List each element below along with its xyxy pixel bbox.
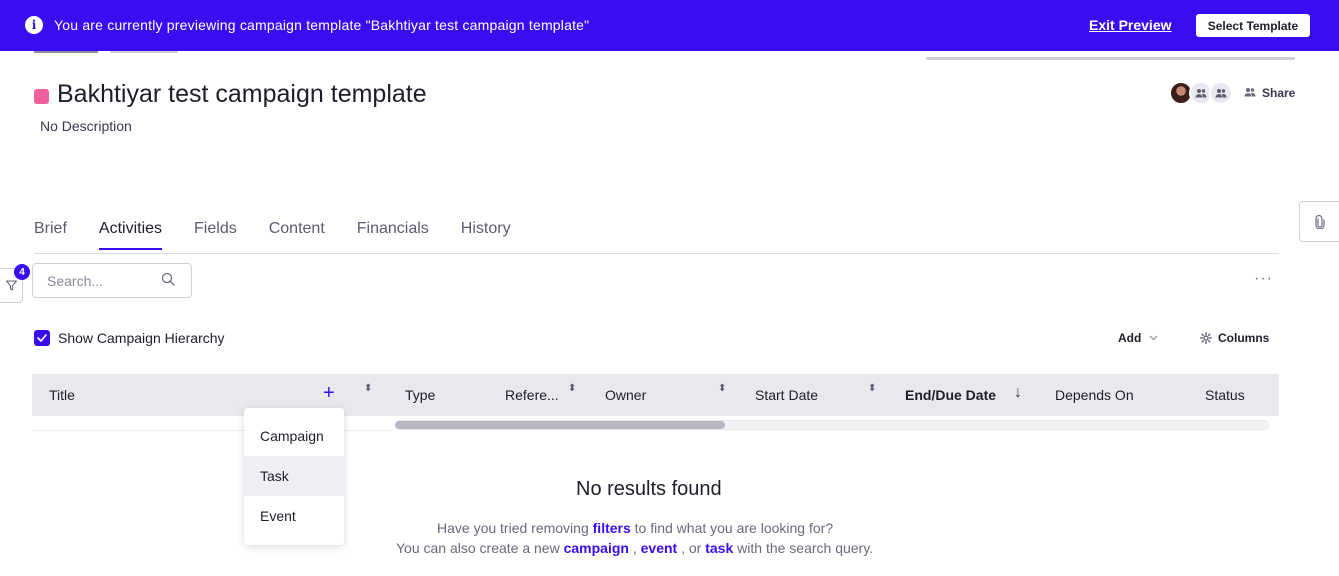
select-template-button[interactable]: Select Template — [1196, 14, 1310, 37]
empty-state-hint-create: You can also create a new campaign , eve… — [396, 540, 873, 556]
add-row-plus-icon[interactable]: + — [323, 382, 335, 405]
share-button[interactable]: Share — [1244, 86, 1295, 100]
more-options-icon[interactable]: ··· — [1254, 270, 1273, 288]
hint-text: with the search query. — [733, 540, 874, 556]
paperclip-icon — [1315, 214, 1325, 229]
share-label: Share — [1262, 86, 1296, 100]
menu-item-event[interactable]: Event — [244, 496, 344, 536]
filter-icon — [5, 280, 17, 291]
search-input[interactable] — [47, 272, 167, 289]
column-header-start-date[interactable]: Start Date — [755, 387, 818, 403]
empty-state-title: No results found — [576, 478, 722, 500]
menu-item-campaign[interactable]: Campaign — [244, 416, 344, 456]
column-header-type[interactable]: Type — [405, 387, 435, 403]
progress-track — [926, 57, 1295, 60]
user-group-icon[interactable] — [1209, 81, 1233, 105]
table-header: Title + ⬍ Type Refere... ⬍ Owner ⬍ Start… — [32, 374, 1279, 416]
add-dropdown-button[interactable]: Add — [1118, 331, 1158, 345]
tab-bar: Brief Activities Fields Content Financia… — [34, 220, 543, 250]
tab-history[interactable]: History — [461, 220, 511, 250]
column-header-owner[interactable]: Owner — [605, 387, 646, 403]
search-icon — [161, 272, 175, 286]
empty-state-hint-filters: Have you tried removing filters to find … — [437, 520, 833, 536]
info-icon: i — [25, 16, 43, 34]
sort-icon[interactable]: ⬍ — [868, 384, 876, 394]
page-title: Bakhtiyar test campaign template — [57, 80, 427, 108]
create-campaign-link[interactable]: campaign — [564, 540, 629, 556]
collaborator-avatars[interactable] — [1169, 81, 1233, 105]
sort-icon[interactable]: ⬍ — [718, 384, 726, 394]
checkmark-icon — [37, 334, 47, 342]
sort-descending-arrow-icon[interactable]: ↓ — [1014, 384, 1022, 402]
columns-label: Columns — [1218, 331, 1270, 345]
menu-item-task[interactable]: Task — [244, 456, 344, 496]
hint-text: to find what you are looking for? — [630, 520, 834, 536]
tab-content[interactable]: Content — [269, 220, 325, 250]
campaign-color-swatch — [34, 89, 49, 104]
search-box[interactable] — [32, 263, 192, 298]
exit-preview-link[interactable]: Exit Preview — [1089, 17, 1172, 33]
sort-icon[interactable]: ⬍ — [568, 384, 576, 394]
columns-button[interactable]: Columns — [1200, 331, 1269, 345]
preview-banner: i You are currently previewing campaign … — [0, 0, 1339, 51]
hint-text: You can also create a new — [396, 540, 564, 556]
attachments-button[interactable] — [1299, 201, 1339, 242]
gear-icon — [1200, 332, 1212, 344]
add-label: Add — [1118, 331, 1142, 345]
tab-fields[interactable]: Fields — [194, 220, 237, 250]
hint-text: , or — [677, 540, 706, 556]
tab-financials[interactable]: Financials — [357, 220, 429, 250]
breadcrumb-peek — [34, 51, 98, 53]
show-hierarchy-checkbox[interactable] — [34, 330, 50, 346]
column-header-status[interactable]: Status — [1205, 387, 1245, 403]
column-header-depends-on[interactable]: Depends On — [1055, 387, 1134, 403]
show-hierarchy-label[interactable]: Show Campaign Hierarchy — [58, 330, 225, 346]
horizontal-scrollbar-thumb[interactable] — [395, 421, 725, 429]
filters-link[interactable]: filters — [593, 520, 631, 536]
add-activity-menu: Campaign Task Event — [244, 408, 344, 545]
share-users-icon — [1244, 87, 1256, 100]
tab-brief[interactable]: Brief — [34, 220, 67, 250]
column-header-reference[interactable]: Refere... — [505, 387, 559, 403]
create-task-link[interactable]: task — [705, 540, 733, 556]
tab-activities[interactable]: Activities — [98, 220, 163, 250]
banner-message: You are currently previewing campaign te… — [54, 17, 590, 33]
filter-count-badge: 4 — [14, 264, 30, 280]
chevron-down-icon — [1149, 335, 1158, 341]
column-header-end-due-date[interactable]: End/Due Date — [905, 387, 996, 403]
breadcrumb-peek-secondary — [110, 51, 178, 53]
column-header-title[interactable]: Title — [49, 387, 75, 403]
tabs-divider — [34, 253, 1279, 254]
hint-text: , — [628, 540, 641, 556]
sort-icon[interactable]: ⬍ — [364, 384, 372, 394]
page-description: No Description — [40, 118, 132, 134]
hint-text: Have you tried removing — [437, 520, 593, 536]
create-event-link[interactable]: event — [641, 540, 678, 556]
